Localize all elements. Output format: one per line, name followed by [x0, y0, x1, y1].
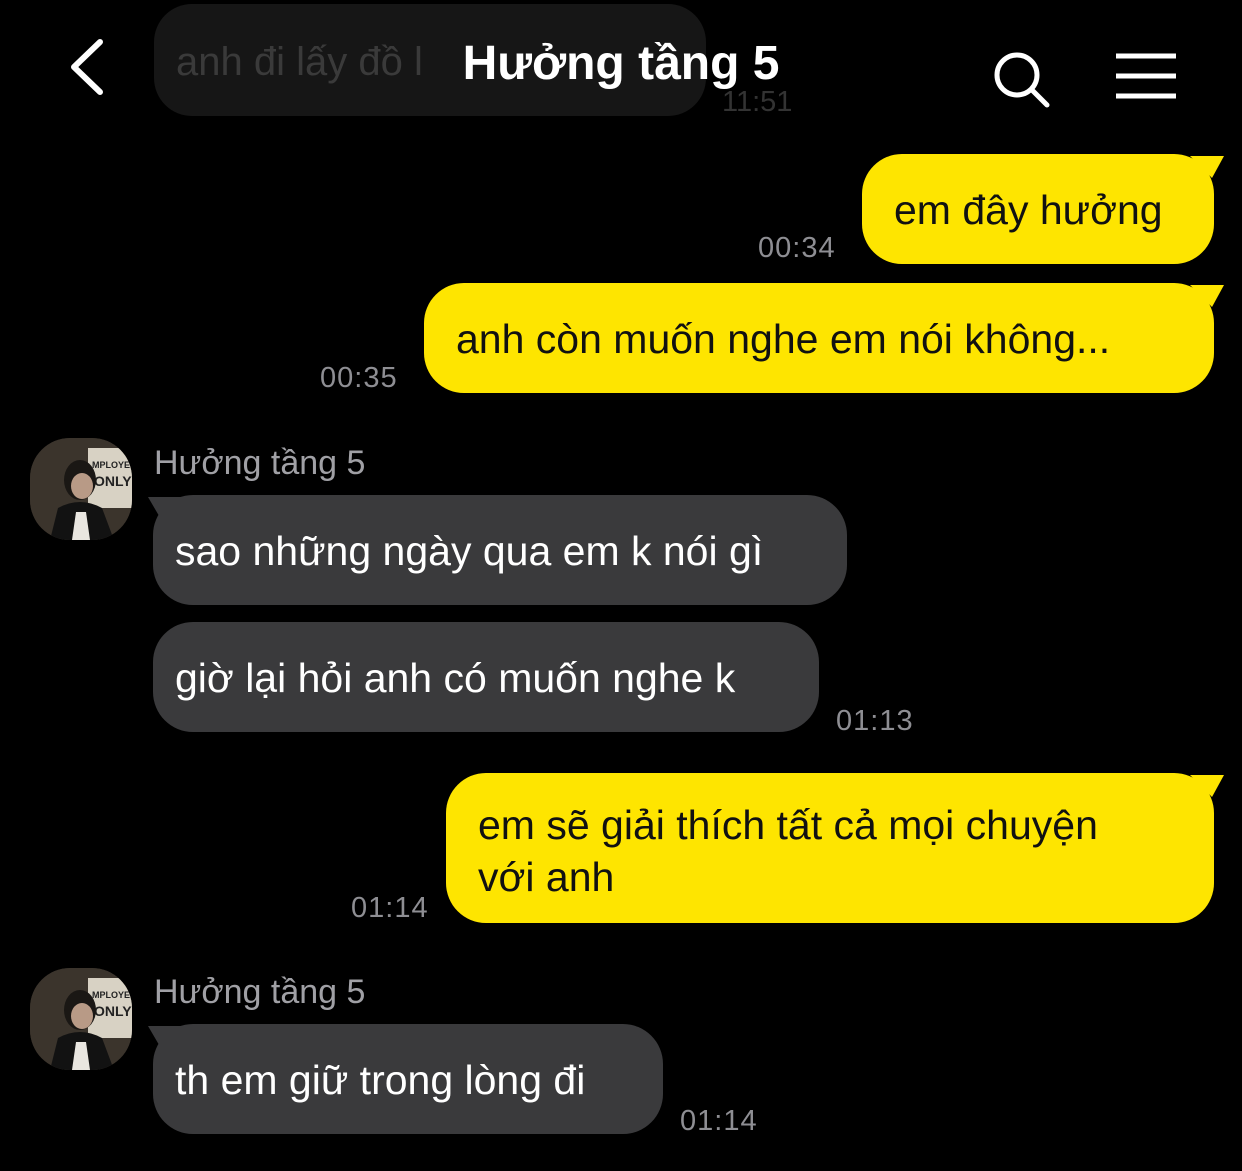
- chat-title: Hưởng tầng 5: [462, 37, 780, 90]
- bubble-tail-icon: [1190, 285, 1224, 307]
- outgoing-message-bubble[interactable]: anh còn muốn nghe em nói không...: [424, 283, 1214, 393]
- message-time: 00:35: [320, 362, 398, 394]
- avatar-image: MPLOYEES ONLY: [30, 438, 132, 540]
- message-text: sao những ngày qua em k nói gì: [175, 528, 764, 574]
- outgoing-message-bubble[interactable]: em sẽ giải thích tất cả mọi chuyện với a…: [446, 773, 1214, 923]
- incoming-message-bubble[interactable]: giờ lại hỏi anh có muốn nghe k: [153, 622, 819, 732]
- message-text: th em giữ trong lòng đi: [175, 1057, 586, 1103]
- svg-text:ONLY: ONLY: [94, 1003, 132, 1019]
- bubble-tail-icon: [148, 497, 184, 521]
- message-text: anh còn muốn nghe em nói không...: [456, 316, 1111, 362]
- message-text: giờ lại hỏi anh có muốn nghe k: [175, 655, 736, 701]
- svg-text:MPLOYEES: MPLOYEES: [92, 460, 132, 470]
- bubble-tail-icon: [148, 1026, 184, 1050]
- svg-text:MPLOYEES: MPLOYEES: [92, 990, 132, 1000]
- incoming-message-bubble[interactable]: th em giữ trong lòng đi: [153, 1024, 663, 1134]
- message-time: 01:13: [836, 705, 914, 737]
- sender-name: Hưởng tầng 5: [154, 973, 366, 1011]
- hamburger-menu-icon: [1116, 53, 1176, 99]
- message-time: 01:14: [680, 1105, 758, 1137]
- chat-screen: anh đi lấy đồ l 11:51 Hưởng tầng 5 em đâ…: [0, 0, 1242, 1171]
- message-time: 01:14: [351, 892, 429, 924]
- search-icon: [994, 52, 1050, 108]
- svg-text:ONLY: ONLY: [94, 473, 132, 489]
- message-text-line: em sẽ giải thích tất cả mọi chuyện: [478, 802, 1098, 848]
- search-button[interactable]: [990, 48, 1054, 112]
- menu-button[interactable]: [1112, 52, 1180, 102]
- avatar-image: MPLOYEES ONLY: [30, 968, 132, 1070]
- outgoing-message-bubble[interactable]: em đây hưởng: [862, 154, 1214, 264]
- message-text-line: với anh: [478, 854, 615, 900]
- bubble-tail-icon: [1190, 156, 1224, 178]
- incoming-message-bubble[interactable]: sao những ngày qua em k nói gì: [153, 495, 847, 605]
- avatar[interactable]: MPLOYEES ONLY: [30, 438, 132, 540]
- bubble-tail-icon: [1190, 775, 1224, 797]
- message-time: 00:34: [758, 232, 836, 264]
- message-text: em đây hưởng: [894, 187, 1163, 233]
- sender-name: Hưởng tầng 5: [154, 444, 366, 482]
- avatar[interactable]: MPLOYEES ONLY: [30, 968, 132, 1070]
